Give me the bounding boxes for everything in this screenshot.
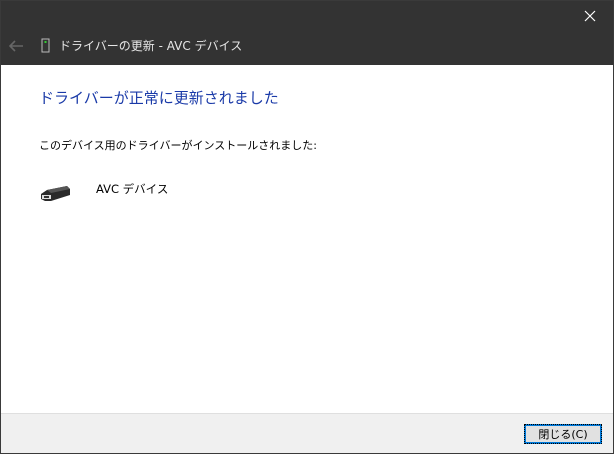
footer-bar bbox=[1, 413, 613, 453]
title-bar: ドライバーの更新 - AVC デバイス bbox=[1, 1, 613, 65]
success-heading: ドライバーが正常に更新されました bbox=[39, 89, 279, 107]
window-title: ドライバーの更新 - AVC デバイス bbox=[59, 39, 243, 53]
device-icon bbox=[41, 38, 50, 53]
device-name: AVC デバイス bbox=[96, 182, 169, 196]
install-message: このデバイス用のドライバーがインストールされました: bbox=[39, 139, 317, 152]
back-arrow-icon[interactable] bbox=[7, 37, 25, 55]
dialog-window: ドライバーの更新 - AVC デバイス ドライバーが正常に更新されました このデ… bbox=[0, 0, 614, 454]
close-window-button[interactable] bbox=[567, 1, 613, 31]
close-button-label: 閉じる(C) bbox=[524, 424, 602, 444]
close-icon bbox=[584, 10, 596, 22]
close-button[interactable]: 閉じる(C) bbox=[524, 424, 602, 444]
usb-device-icon bbox=[41, 186, 70, 201]
